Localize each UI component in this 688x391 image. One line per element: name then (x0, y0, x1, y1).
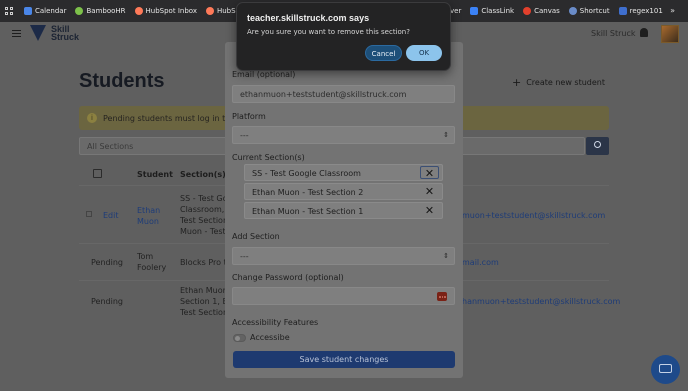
section-item: Ethan Muon - Test Section 2 ✕ (244, 183, 443, 200)
search-button[interactable] (586, 137, 609, 155)
password-manager-icon[interactable] (437, 292, 447, 301)
ok-button[interactable]: OK (406, 45, 442, 61)
pending-status: Pending (91, 258, 123, 267)
dialog-title: teacher.skillstruck.com says (247, 13, 370, 23)
bookmark-hubspot-inbox[interactable]: HubSpot Inbox (134, 7, 197, 15)
hubspot-icon (205, 7, 214, 15)
bookmark-calendar[interactable]: Calendar (24, 7, 66, 15)
pending-status: Pending (91, 297, 123, 306)
student-sections: Ethan Muon Section 1, Et Test Section (180, 286, 231, 317)
logo-mark-icon (30, 25, 46, 41)
create-new-student-button[interactable]: + Create new student (512, 74, 612, 90)
header-user-name[interactable]: Skill Struck (591, 29, 636, 38)
chat-button[interactable] (651, 355, 680, 384)
bookmark-regex101[interactable]: regex101 (618, 7, 663, 15)
current-sections-label: Current Section(s) (232, 153, 305, 162)
plus-icon: + (512, 75, 522, 89)
info-icon: i (87, 113, 97, 123)
platform-label: Platform (232, 112, 266, 121)
save-student-changes-button[interactable]: Save student changes (233, 351, 455, 368)
remove-section-button[interactable]: ✕ (420, 166, 439, 180)
select-all-checkbox[interactable] (93, 169, 102, 178)
bell-icon[interactable] (640, 28, 648, 37)
remove-section-button[interactable]: ✕ (420, 204, 439, 217)
add-section-select[interactable]: --- ⇕ (232, 247, 455, 265)
cancel-button[interactable]: Cancel (365, 45, 402, 61)
remove-section-button[interactable]: ✕ (420, 185, 439, 198)
bamboohr-icon (75, 7, 84, 15)
search-icon (594, 141, 601, 148)
accessibe-label: Accessibe (250, 333, 290, 342)
accessibe-toggle[interactable] (233, 334, 246, 342)
hubspot-icon (134, 7, 143, 15)
student-name[interactable]: Ethan Muon (137, 205, 160, 227)
skillstruck-logo[interactable]: Skill Struck (30, 25, 80, 42)
bookmark-shortcut[interactable]: Shortcut (568, 7, 610, 15)
dialog-message: Are you sure you want to remove this sec… (247, 28, 410, 36)
row-checkbox[interactable] (86, 211, 92, 217)
calendar-icon (24, 7, 32, 15)
shortcut-icon (568, 7, 577, 15)
section-item: SS - Test Google Classroom ✕ (244, 164, 443, 181)
page-title: Students (79, 70, 165, 92)
confirm-dialog: teacher.skillstruck.com says Are you sur… (236, 2, 451, 71)
column-header-student: Student (137, 170, 173, 179)
toggle-knob (235, 336, 240, 341)
student-email[interactable]: mail.com (462, 257, 499, 268)
student-sections: Blocks Pro te (180, 258, 232, 267)
apps-grid-icon[interactable] (5, 6, 14, 16)
bookmarks-overflow-icon[interactable]: » (670, 6, 675, 15)
bookmark-canvas[interactable]: Canvas (523, 7, 560, 15)
section-item: Ethan Muon - Test Section 1 ✕ (244, 202, 443, 219)
hamburger-menu-icon[interactable] (12, 30, 21, 39)
canvas-icon (523, 7, 532, 15)
avatar[interactable] (661, 25, 679, 43)
chevron-updown-icon: ⇕ (443, 131, 449, 139)
edit-link[interactable]: Edit (103, 210, 119, 221)
email-field[interactable]: ethanmuon+teststudent@skillstruck.com (232, 85, 455, 103)
password-field[interactable] (232, 287, 455, 305)
logo-line-2: Struck (51, 32, 80, 42)
email-label: Email (optional) (232, 70, 296, 79)
chevron-updown-icon: ⇕ (443, 252, 449, 260)
platform-select[interactable]: --- ⇕ (232, 126, 455, 144)
bookmark-partial[interactable]: ver (450, 7, 461, 15)
add-section-label: Add Section (232, 232, 280, 241)
student-email[interactable]: muon+teststudent@skillstruck.com (462, 210, 605, 221)
column-header-sections: Section(s) (180, 170, 226, 179)
student-email[interactable]: hanmuon+teststudent@skillstruck.com (462, 296, 620, 307)
accessibility-label: Accessibility Features (232, 318, 319, 327)
bookmark-classlink[interactable]: ClassLink (470, 7, 514, 15)
student-name: Tom Foolery (137, 252, 167, 272)
regex101-icon (618, 7, 627, 15)
password-label: Change Password (optional) (232, 273, 344, 282)
bookmark-bamboohr[interactable]: BambooHR (75, 7, 126, 15)
chat-icon (659, 364, 672, 373)
classlink-icon (470, 7, 479, 15)
